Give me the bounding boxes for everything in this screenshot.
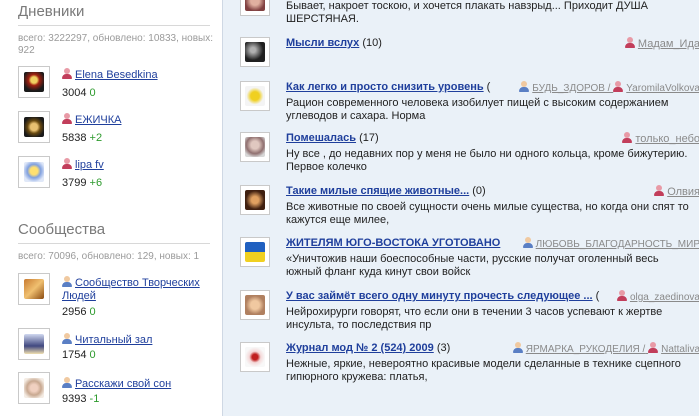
- post-author[interactable]: olga_zaedinova: [616, 290, 699, 303]
- post-excerpt: Рацион современного человека изобилует п…: [286, 97, 669, 122]
- user-icon: [624, 37, 635, 48]
- diaries-stats: всего: 3222297, обновлено: 10833, новых:…: [18, 33, 214, 56]
- diaries-title: Дневники: [18, 3, 85, 20]
- user-icon: [62, 68, 72, 79]
- post-excerpt: «Уничтожив наши боеспособные части, русс…: [286, 253, 659, 278]
- post-excerpt: Ну все , до недавних пор у меня не было …: [286, 148, 688, 173]
- post-author[interactable]: Мадам_Ида: [624, 37, 699, 50]
- community-link-line2[interactable]: Людей: [62, 290, 96, 302]
- diary-link[interactable]: lipa fv: [62, 158, 104, 171]
- diary-count: 5838 +2: [62, 132, 103, 144]
- user-icon: [613, 81, 624, 92]
- community-link[interactable]: Читальный зал: [62, 333, 152, 346]
- diary-avatar[interactable]: [18, 156, 50, 188]
- post-avatar[interactable]: [240, 37, 270, 67]
- community-link[interactable]: Сообщество Творческих: [62, 276, 200, 289]
- community-icon: [512, 342, 523, 353]
- user-icon: [62, 158, 72, 169]
- diary-avatar[interactable]: [18, 111, 50, 143]
- user-icon: [616, 290, 627, 301]
- communities-divider: [18, 243, 210, 244]
- community-icon: [62, 333, 72, 344]
- feed-panel: Бывает, накроет тоскою, и хочется плакат…: [223, 0, 699, 416]
- post-avatar[interactable]: [240, 0, 270, 16]
- post-excerpt: Нейрохирурги говорят, что если они в теч…: [286, 306, 663, 331]
- communities-title: Сообщества: [18, 221, 106, 238]
- community-count: 9393 -1: [62, 393, 100, 405]
- community-avatar[interactable]: [18, 328, 50, 360]
- post-excerpt: Бывает, накроет тоскою, и хочется плакат…: [286, 0, 648, 25]
- community-icon: [62, 276, 72, 287]
- diary-count: 3004 0: [62, 87, 96, 99]
- post-author[interactable]: ЯРМАРКА_РУКОДЕЛИЯ / Nattaliva: [512, 342, 699, 355]
- diary-link[interactable]: Elena Besedkina: [62, 68, 158, 81]
- post-title[interactable]: У вас займёт всего одну минуту прочесть …: [286, 290, 599, 302]
- post-author[interactable]: Олвия: [654, 185, 699, 198]
- post-title[interactable]: Журнал мод № 2 (524) 2009 (3): [286, 342, 450, 354]
- community-count: 2956 0: [62, 306, 96, 318]
- communities-stats: всего: 70096, обновлено: 129, новых: 1: [18, 251, 200, 262]
- post-avatar[interactable]: [240, 342, 270, 372]
- post-author[interactable]: только_небо: [622, 132, 699, 145]
- post-avatar[interactable]: [240, 290, 270, 320]
- user-icon: [648, 342, 659, 353]
- post-author[interactable]: БУДЬ_ЗДОРОВ / YaromilaVolkova: [519, 81, 699, 94]
- post-title[interactable]: Такие милые спящие животные... (0): [286, 185, 486, 197]
- post-title[interactable]: Как легко и просто снизить уровень (: [286, 81, 490, 93]
- community-icon: [522, 237, 533, 248]
- post-title[interactable]: Помешалась (17): [286, 132, 379, 144]
- community-link[interactable]: Расскажи свой сон: [62, 377, 171, 390]
- diary-avatar[interactable]: [18, 66, 50, 98]
- post-avatar[interactable]: [240, 185, 270, 215]
- post-excerpt: Все животные по своей сущности очень мил…: [286, 201, 689, 226]
- post-avatar[interactable]: [240, 237, 270, 267]
- user-icon: [622, 132, 633, 143]
- post-title[interactable]: ЖИТЕЛЯМ ЮГО-ВОСТОКА УГОТОВАНО: [286, 237, 500, 249]
- user-icon: [62, 113, 72, 124]
- community-icon: [519, 81, 530, 92]
- diary-link[interactable]: ЕЖИЧКА: [62, 113, 121, 126]
- post-excerpt: Нежные, яркие, невероятно красивые модел…: [286, 358, 681, 383]
- left-sidebar: Дневники всего: 3222297, обновлено: 1083…: [0, 0, 222, 416]
- community-icon: [62, 377, 72, 388]
- post-title[interactable]: Мысли вслух (10): [286, 37, 382, 49]
- diaries-divider: [18, 25, 210, 26]
- post-avatar[interactable]: [240, 81, 270, 111]
- user-icon: [654, 185, 665, 196]
- post-avatar[interactable]: [240, 132, 270, 162]
- community-count: 1754 0: [62, 349, 96, 361]
- community-avatar[interactable]: [18, 372, 50, 404]
- diary-count: 3799 +6: [62, 177, 103, 189]
- post-author[interactable]: ЛЮБОВЬ_БЛАГОДАРНОСТЬ_МИР: [522, 237, 699, 250]
- community-avatar[interactable]: [18, 273, 50, 305]
